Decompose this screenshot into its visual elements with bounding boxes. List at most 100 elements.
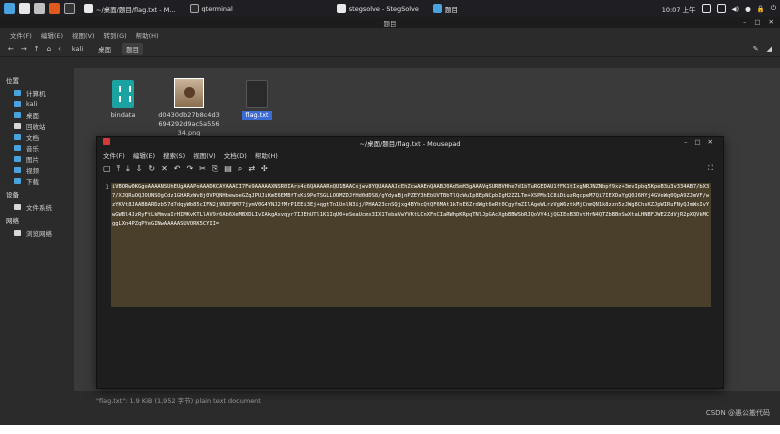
sidebar-item-music[interactable]: 音乐 [6, 142, 68, 153]
computer-icon [14, 89, 21, 96]
menu-edit[interactable]: 编辑(E) [133, 150, 155, 160]
file-item[interactable]: bindata [92, 80, 154, 120]
close-icon[interactable]: ✕ [708, 138, 713, 146]
sidebar: 位置 计算机 kali 桌面 回收站 文档 音乐 图片 视频 下载 设备 文件系… [0, 68, 74, 408]
mousepad-app-icon [103, 138, 110, 145]
redo-icon[interactable]: ↷ [186, 164, 193, 173]
minimize-icon[interactable]: – [684, 138, 687, 146]
sidebar-item-desktop[interactable]: 桌面 [6, 109, 68, 120]
text-file-icon [246, 80, 268, 108]
sidebar-item-downloads[interactable]: 下载 [6, 175, 68, 186]
sidebar-item-label: 浏览网络 [26, 229, 52, 238]
new-document-icon[interactable]: ▢ [103, 164, 111, 173]
folder-task-icon [432, 4, 442, 13]
status-bar: "flag.txt": 1.9 KiB (1,952 字节) plain tex… [0, 391, 780, 408]
maximize-icon[interactable]: □ [754, 18, 760, 26]
menu-view[interactable]: 视图(V) [72, 30, 95, 40]
screen-icon[interactable] [716, 4, 726, 13]
notification-icon[interactable]: ● [745, 5, 751, 13]
sidebar-item-label: 文档 [26, 133, 39, 142]
task-stegsolve[interactable]: stegsolve - StegSolve [332, 2, 424, 15]
reload-icon[interactable]: ↻ [148, 164, 155, 173]
power-icon[interactable]: ⏻ [771, 4, 776, 13]
files-icon[interactable] [34, 3, 45, 14]
task-mousepad[interactable]: ~/桌面/题目/flag.txt - M... [79, 2, 181, 15]
music-folder-icon [14, 144, 21, 151]
save-as-icon[interactable]: ⇩ [136, 164, 143, 173]
close-icon[interactable]: ✕ [769, 18, 774, 26]
file-item[interactable]: d0430db27b8c4d3694292d9ac5a55634.png [158, 78, 220, 138]
mousepad-title: ~/桌面/题目/flag.txt - Mousepad [359, 139, 461, 148]
text-editor[interactable]: 1 iVBORw0KGgoAAAANSUhEUgAAAPoAAADKCAYAAA… [101, 180, 720, 385]
close-document-icon[interactable]: ✕ [161, 164, 168, 173]
desktop-folder-icon [14, 111, 21, 118]
menu-search[interactable]: 搜索(S) [163, 150, 185, 160]
documents-folder-icon [14, 133, 21, 140]
paste-icon[interactable]: ▤ [224, 164, 232, 173]
file-item-selected[interactable]: flag.txt [226, 80, 288, 120]
undo-icon[interactable]: ↶ [174, 164, 181, 173]
breadcrumb-kali[interactable]: kali [68, 44, 87, 54]
breadcrumb-current[interactable]: 题目 [122, 42, 144, 55]
prev-crumb-icon[interactable]: ‹ [58, 45, 61, 53]
menu-document[interactable]: 文档(D) [224, 150, 247, 160]
open-icon[interactable]: ⤒ [117, 164, 121, 174]
lock-icon[interactable]: 🔒 [757, 5, 765, 13]
status-text: "flag.txt": 1.9 KiB (1,952 字节) plain tex… [96, 396, 261, 405]
sidebar-item-kali[interactable]: kali [6, 98, 68, 109]
sidebar-item-label: 回收站 [26, 122, 46, 131]
sidebar-item-label: 视频 [26, 166, 39, 175]
up-icon[interactable]: ↑ [34, 45, 40, 53]
menu-go[interactable]: 转到(G) [104, 30, 127, 40]
sidebar-item-documents[interactable]: 文档 [6, 131, 68, 142]
menu-file[interactable]: 文件(F) [10, 30, 32, 40]
browser-icon[interactable] [49, 3, 60, 14]
menu-edit[interactable]: 编辑(E) [41, 30, 63, 40]
fullscreen-icon[interactable]: ⛶ [708, 164, 723, 173]
sidebar-item-trash[interactable]: 回收站 [6, 120, 68, 131]
sidebar-item-filesystem[interactable]: 文件系统 [6, 201, 68, 212]
menu-view[interactable]: 视图(V) [193, 150, 216, 160]
menu-file[interactable]: 文件(F) [103, 150, 125, 160]
clock[interactable]: 10:07 上午 [662, 4, 696, 14]
sidebar-item-computer[interactable]: 计算机 [6, 87, 68, 98]
task-stegsolve-label: stegsolve - StegSolve [348, 4, 419, 13]
sidebar-item-videos[interactable]: 视频 [6, 164, 68, 175]
volume-icon[interactable]: ◀) [732, 5, 740, 13]
task-qterminal-label: qterminal [201, 4, 233, 13]
task-qterminal[interactable]: qterminal [185, 2, 238, 15]
task-folder[interactable]: 题目 [428, 2, 463, 15]
sidebar-item-pictures[interactable]: 图片 [6, 153, 68, 164]
forward-icon[interactable]: → [21, 45, 27, 53]
sidebar-item-label: 音乐 [26, 144, 39, 153]
menu-help[interactable]: 帮助(H) [136, 30, 159, 40]
copy-icon[interactable]: ⎘ [212, 164, 218, 174]
pictures-folder-icon [14, 155, 21, 162]
find-icon[interactable]: ⌕ [238, 164, 242, 174]
goto-icon[interactable]: ✣ [261, 164, 268, 173]
app-menu-icon[interactable] [4, 3, 15, 14]
maximize-icon[interactable]: □ [694, 138, 700, 146]
minimize-icon[interactable]: – [743, 18, 746, 26]
save-icon[interactable]: ⤓ [126, 164, 130, 174]
terminal-icon[interactable] [64, 3, 75, 14]
stegsolve-task-icon [336, 4, 346, 13]
line-number: 1 [105, 184, 109, 191]
mousepad-titlebar: ~/桌面/题目/flag.txt - Mousepad – □ ✕ [97, 137, 723, 148]
qterminal-task-icon [189, 4, 199, 13]
desktop-icon[interactable] [19, 3, 30, 14]
sidebar-item-label: kali [26, 99, 38, 108]
document-text[interactable]: iVBORw0KGgoAAAANSUhEUgAAAPoAAADKCAYAAACI… [111, 183, 711, 307]
resize-grip-icon[interactable]: ◢ [767, 45, 772, 53]
mousepad-task-icon [84, 4, 93, 13]
edit-path-icon[interactable]: ✎ [753, 45, 759, 53]
home-icon[interactable]: ⌂ [47, 45, 51, 53]
workspace-icon[interactable] [701, 4, 711, 13]
breadcrumb-desktop[interactable]: 桌面 [94, 43, 115, 55]
sidebar-item-browse-network[interactable]: 浏览网络 [6, 227, 68, 238]
cut-icon[interactable]: ✂ [199, 164, 206, 173]
replace-icon[interactable]: ⇄ [248, 164, 255, 173]
mousepad-menubar: 文件(F) 编辑(E) 搜索(S) 视图(V) 文档(D) 帮助(H) [97, 148, 723, 161]
menu-help[interactable]: 帮助(H) [255, 150, 278, 160]
back-icon[interactable]: ← [8, 45, 14, 53]
